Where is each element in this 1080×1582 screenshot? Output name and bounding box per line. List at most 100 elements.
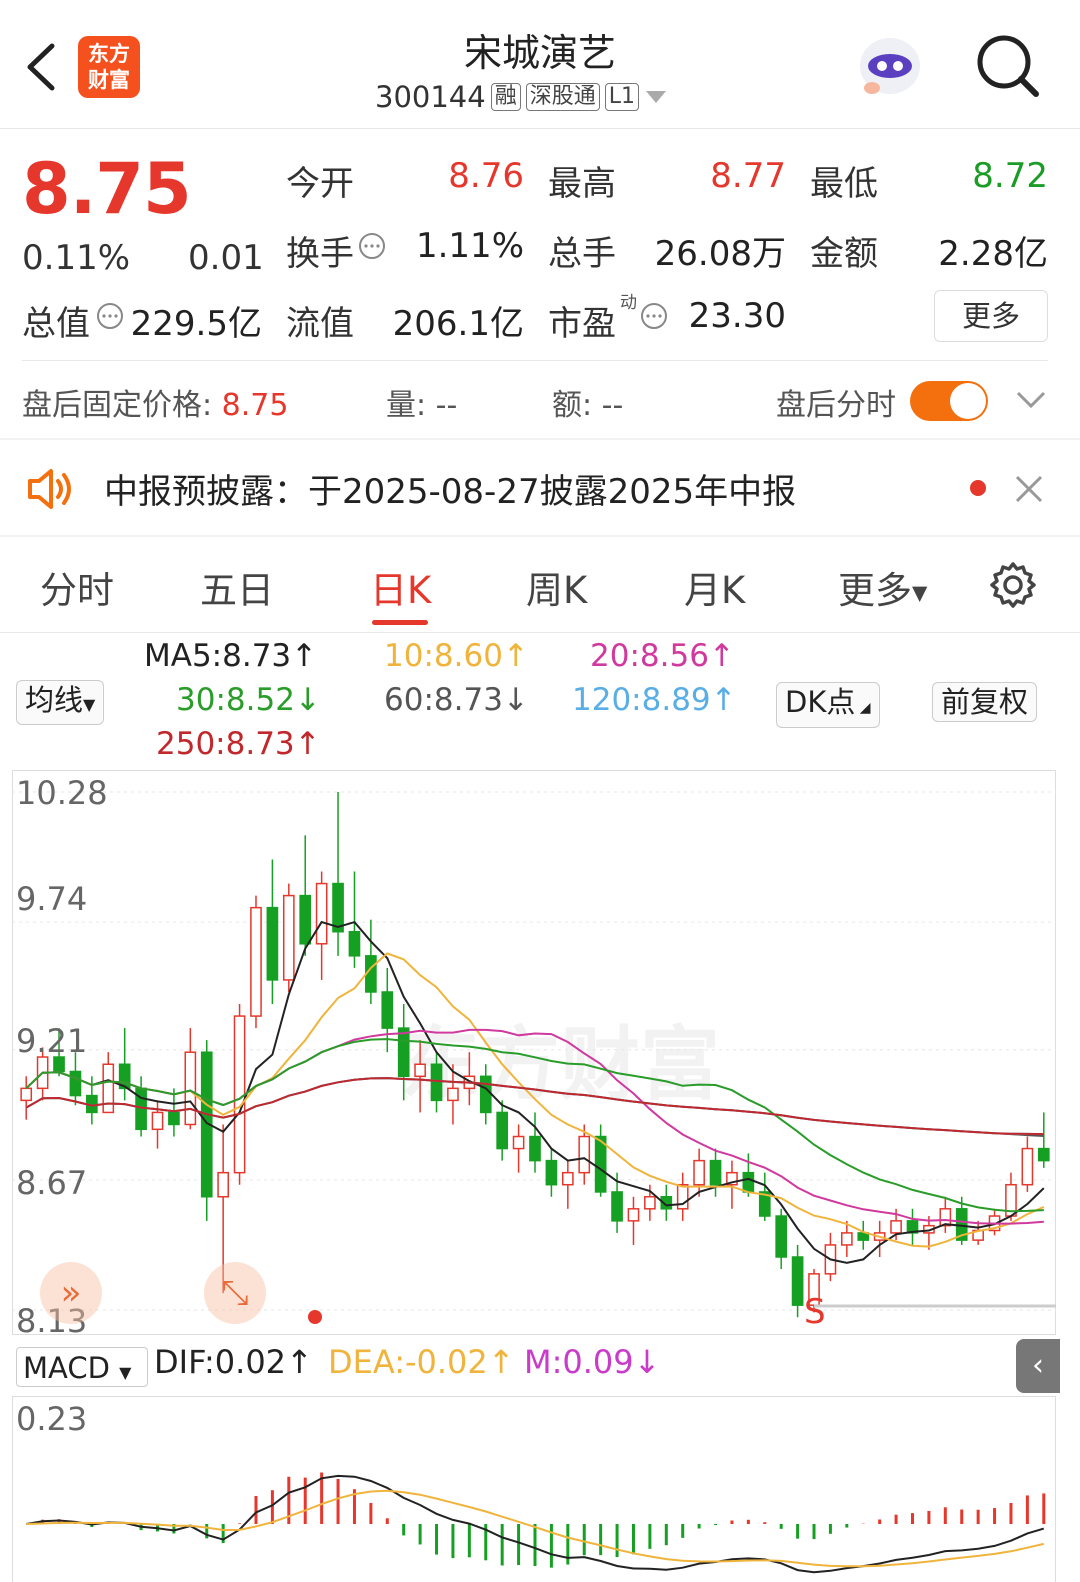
candle bbox=[857, 1220, 870, 1250]
pe-superscript: 动 bbox=[620, 293, 637, 313]
tab-weekly-k[interactable]: 周K bbox=[526, 560, 587, 614]
dropdown-triangle-icon[interactable] bbox=[644, 89, 668, 105]
candle bbox=[479, 1064, 492, 1125]
candle bbox=[299, 835, 312, 956]
candle bbox=[693, 1148, 705, 1197]
candle bbox=[906, 1208, 919, 1245]
candle bbox=[1021, 1136, 1034, 1192]
after-hours-volume: 量: -- bbox=[386, 388, 458, 423]
candle bbox=[791, 1244, 804, 1318]
candle bbox=[200, 1040, 213, 1221]
candle bbox=[594, 1124, 607, 1197]
ma20-value: 20:8.56↑ bbox=[590, 638, 735, 674]
candle bbox=[348, 871, 361, 968]
pe-value: 23.30 bbox=[688, 296, 786, 336]
candle bbox=[627, 1196, 640, 1245]
candle bbox=[233, 1004, 246, 1185]
tab-five-day[interactable]: 五日 bbox=[200, 560, 274, 614]
after-hours-price-label: 盘后固定价格: 8.75 bbox=[22, 388, 289, 423]
ma120-value: 120:8.89↑ bbox=[572, 682, 737, 718]
ma250-value: 250:8.73↑ bbox=[156, 726, 321, 762]
candle bbox=[20, 1076, 33, 1120]
price-adjust-button[interactable]: 前复权 bbox=[932, 682, 1038, 722]
candle bbox=[545, 1148, 558, 1197]
after-hours-amount: 额: -- bbox=[552, 388, 624, 423]
search-icon[interactable] bbox=[974, 34, 1042, 98]
amount-label: 金额 bbox=[810, 234, 878, 274]
divider bbox=[0, 632, 1080, 633]
tab-monthly-k[interactable]: 月K bbox=[684, 560, 745, 614]
float-cap-label: 流值 bbox=[286, 304, 354, 344]
volume-value: 26.08万 bbox=[654, 234, 786, 274]
y-axis-label: 10.28 bbox=[16, 774, 108, 812]
macd-y-label: 0.23 bbox=[16, 1400, 88, 1438]
info-icon[interactable] bbox=[358, 232, 386, 260]
candle bbox=[151, 1100, 164, 1149]
macd-chart[interactable] bbox=[12, 1396, 1056, 1582]
candle bbox=[250, 895, 262, 1029]
macd-dea: DEA:-0.02↑ bbox=[328, 1343, 515, 1381]
float-cap-value: 206.1亿 bbox=[392, 304, 524, 344]
unread-dot bbox=[970, 480, 986, 496]
candle bbox=[365, 919, 377, 1005]
candle bbox=[430, 1052, 443, 1113]
candle bbox=[282, 883, 295, 992]
low-label: 最低 bbox=[810, 164, 878, 204]
low-value: 8.72 bbox=[972, 156, 1048, 196]
volume-label: 总手 bbox=[548, 234, 616, 274]
ma60-value: 60:8.73↓ bbox=[384, 682, 529, 718]
kline-chart[interactable] bbox=[12, 770, 1056, 1335]
divider bbox=[0, 438, 1080, 440]
divider bbox=[0, 535, 1080, 537]
candle bbox=[873, 1220, 886, 1257]
collapse-panel-button[interactable]: ‹ bbox=[1016, 1339, 1060, 1393]
stock-subline[interactable]: 300144 融 深股通 L1 bbox=[375, 80, 668, 114]
tab-more[interactable]: 更多▼ bbox=[838, 560, 927, 614]
active-tab-indicator bbox=[372, 620, 428, 625]
dropdown-triangle-icon: ▼ bbox=[119, 1363, 132, 1382]
gear-icon[interactable] bbox=[988, 560, 1038, 610]
ma30-value: 30:8.52↓ bbox=[176, 682, 321, 718]
close-icon[interactable] bbox=[1014, 474, 1044, 504]
tab-daily-k[interactable]: 日K bbox=[370, 560, 431, 614]
after-hours-intraday-label: 盘后分时 bbox=[776, 388, 896, 423]
info-icon[interactable] bbox=[640, 302, 668, 330]
tag-level1: L1 bbox=[604, 83, 640, 111]
high-value: 8.77 bbox=[710, 156, 786, 196]
pe-label: 市盈 bbox=[548, 304, 616, 344]
expand-left-icon[interactable]: » bbox=[40, 1262, 102, 1324]
after-hours-toggle[interactable] bbox=[910, 381, 988, 421]
tab-intraday[interactable]: 分时 bbox=[40, 560, 114, 614]
change-amount: 0.01 bbox=[188, 238, 264, 278]
market-cap-label: 总值 bbox=[22, 304, 90, 344]
candle bbox=[414, 1040, 426, 1113]
stock-code: 300144 bbox=[375, 80, 486, 114]
tag-stock-connect: 深股通 bbox=[525, 83, 600, 111]
more-button[interactable]: 更多 bbox=[934, 290, 1048, 342]
macd-selector[interactable]: MACD ▼ bbox=[16, 1347, 148, 1387]
candle bbox=[512, 1124, 525, 1173]
after-hours-price: 8.75 bbox=[221, 388, 289, 423]
open-label: 今开 bbox=[286, 164, 354, 204]
amount-value: 2.28亿 bbox=[938, 234, 1048, 274]
change-percent: 0.11% bbox=[22, 238, 131, 278]
dk-point-button[interactable]: DK点 ◢ bbox=[776, 682, 880, 728]
fullscreen-icon[interactable]: ⤡ bbox=[204, 1262, 266, 1324]
divider bbox=[22, 360, 1048, 361]
y-axis-label: 9.21 bbox=[16, 1022, 88, 1060]
notice-text[interactable]: 中报预披露：于2025-08-27披露2025年中报 bbox=[104, 464, 796, 513]
event-dot[interactable] bbox=[308, 1310, 322, 1324]
candle bbox=[496, 1100, 509, 1161]
candle bbox=[529, 1112, 541, 1173]
candle bbox=[775, 1208, 788, 1270]
macd-dif: DIF:0.02↑ bbox=[154, 1343, 313, 1381]
candle bbox=[266, 859, 279, 1005]
candle bbox=[332, 792, 344, 956]
chevron-down-icon[interactable] bbox=[1016, 390, 1046, 410]
ma-line-10 bbox=[25, 952, 1045, 1248]
ma-selector[interactable]: 均线▼ bbox=[16, 680, 105, 725]
robot-assistant-icon[interactable] bbox=[852, 30, 928, 98]
ma5-value: MA5:8.73↑ bbox=[144, 638, 318, 674]
macd-m: M:0.09↓ bbox=[524, 1343, 661, 1381]
candle bbox=[184, 1028, 197, 1130]
